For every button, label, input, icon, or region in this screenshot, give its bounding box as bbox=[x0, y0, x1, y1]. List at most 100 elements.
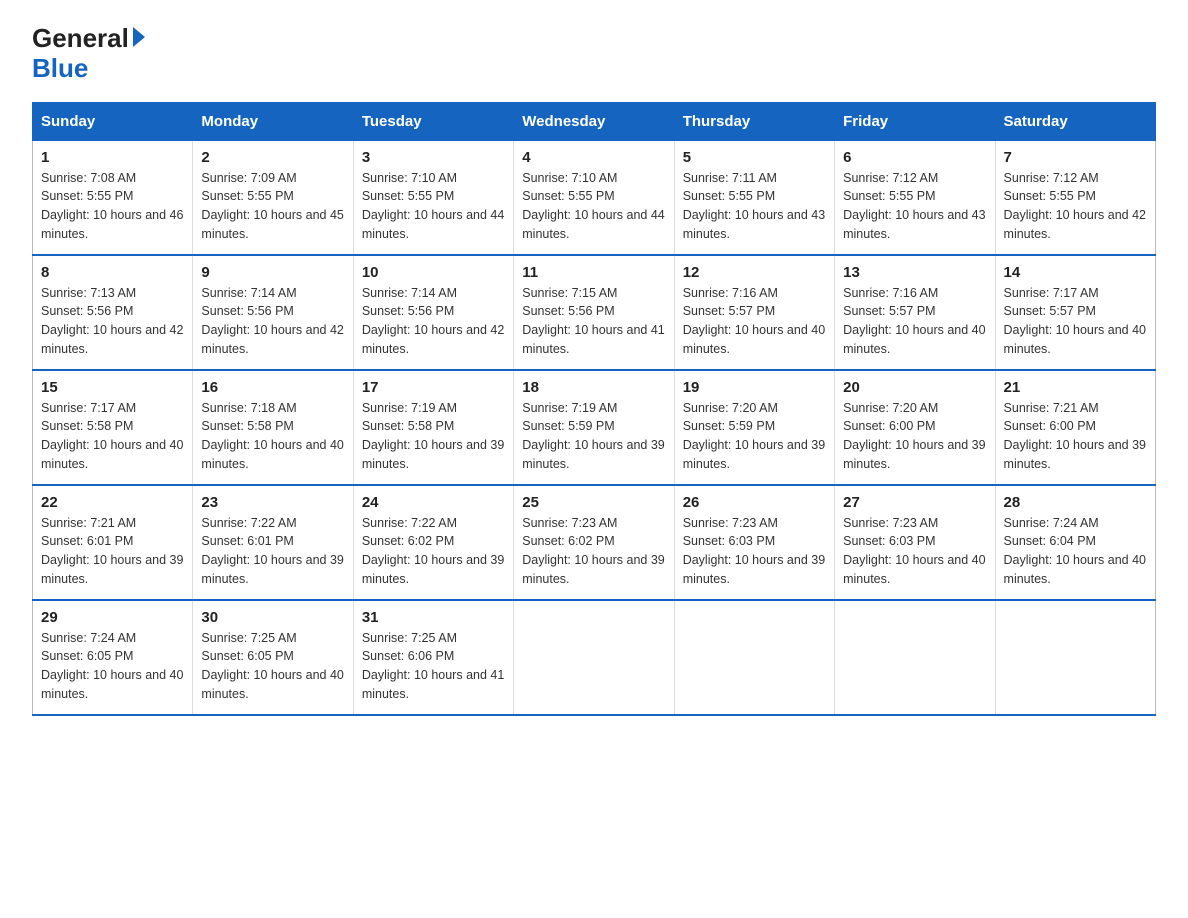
header-row: SundayMondayTuesdayWednesdayThursdayFrid… bbox=[33, 102, 1156, 140]
day-number: 12 bbox=[683, 264, 826, 281]
day-info: Sunrise: 7:22 AMSunset: 6:01 PMDaylight:… bbox=[201, 514, 344, 589]
day-number: 11 bbox=[522, 264, 665, 281]
day-info: Sunrise: 7:15 AMSunset: 5:56 PMDaylight:… bbox=[522, 284, 665, 359]
day-cell: 15 Sunrise: 7:17 AMSunset: 5:58 PMDaylig… bbox=[33, 370, 193, 485]
day-info: Sunrise: 7:16 AMSunset: 5:57 PMDaylight:… bbox=[843, 284, 986, 359]
day-number: 5 bbox=[683, 149, 826, 166]
logo: General Blue bbox=[32, 24, 145, 84]
day-info: Sunrise: 7:23 AMSunset: 6:02 PMDaylight:… bbox=[522, 514, 665, 589]
day-cell bbox=[674, 600, 834, 715]
day-number: 19 bbox=[683, 379, 826, 396]
day-cell: 3 Sunrise: 7:10 AMSunset: 5:55 PMDayligh… bbox=[353, 140, 513, 255]
day-info: Sunrise: 7:17 AMSunset: 5:58 PMDaylight:… bbox=[41, 399, 184, 474]
column-header-wednesday: Wednesday bbox=[514, 102, 674, 140]
day-number: 16 bbox=[201, 379, 344, 396]
day-cell: 18 Sunrise: 7:19 AMSunset: 5:59 PMDaylig… bbox=[514, 370, 674, 485]
day-cell: 23 Sunrise: 7:22 AMSunset: 6:01 PMDaylig… bbox=[193, 485, 353, 600]
day-cell: 1 Sunrise: 7:08 AMSunset: 5:55 PMDayligh… bbox=[33, 140, 193, 255]
day-info: Sunrise: 7:13 AMSunset: 5:56 PMDaylight:… bbox=[41, 284, 184, 359]
day-number: 31 bbox=[362, 609, 505, 626]
day-number: 21 bbox=[1004, 379, 1147, 396]
day-number: 15 bbox=[41, 379, 184, 396]
day-cell: 28 Sunrise: 7:24 AMSunset: 6:04 PMDaylig… bbox=[995, 485, 1155, 600]
day-info: Sunrise: 7:14 AMSunset: 5:56 PMDaylight:… bbox=[362, 284, 505, 359]
day-cell: 5 Sunrise: 7:11 AMSunset: 5:55 PMDayligh… bbox=[674, 140, 834, 255]
day-info: Sunrise: 7:20 AMSunset: 6:00 PMDaylight:… bbox=[843, 399, 986, 474]
day-info: Sunrise: 7:23 AMSunset: 6:03 PMDaylight:… bbox=[843, 514, 986, 589]
day-number: 3 bbox=[362, 149, 505, 166]
day-number: 4 bbox=[522, 149, 665, 166]
day-info: Sunrise: 7:23 AMSunset: 6:03 PMDaylight:… bbox=[683, 514, 826, 589]
day-number: 17 bbox=[362, 379, 505, 396]
day-number: 25 bbox=[522, 494, 665, 511]
day-cell bbox=[514, 600, 674, 715]
day-cell: 29 Sunrise: 7:24 AMSunset: 6:05 PMDaylig… bbox=[33, 600, 193, 715]
day-cell: 22 Sunrise: 7:21 AMSunset: 6:01 PMDaylig… bbox=[33, 485, 193, 600]
day-info: Sunrise: 7:25 AMSunset: 6:05 PMDaylight:… bbox=[201, 629, 344, 704]
day-number: 22 bbox=[41, 494, 184, 511]
logo-blue-text: Blue bbox=[32, 53, 88, 84]
page-header: General Blue bbox=[32, 24, 1156, 84]
day-number: 9 bbox=[201, 264, 344, 281]
day-info: Sunrise: 7:24 AMSunset: 6:05 PMDaylight:… bbox=[41, 629, 184, 704]
day-cell: 6 Sunrise: 7:12 AMSunset: 5:55 PMDayligh… bbox=[835, 140, 995, 255]
logo-general-text: General bbox=[32, 24, 129, 53]
week-row-4: 22 Sunrise: 7:21 AMSunset: 6:01 PMDaylig… bbox=[33, 485, 1156, 600]
day-cell: 25 Sunrise: 7:23 AMSunset: 6:02 PMDaylig… bbox=[514, 485, 674, 600]
day-cell: 16 Sunrise: 7:18 AMSunset: 5:58 PMDaylig… bbox=[193, 370, 353, 485]
week-row-1: 1 Sunrise: 7:08 AMSunset: 5:55 PMDayligh… bbox=[33, 140, 1156, 255]
day-cell: 9 Sunrise: 7:14 AMSunset: 5:56 PMDayligh… bbox=[193, 255, 353, 370]
day-info: Sunrise: 7:22 AMSunset: 6:02 PMDaylight:… bbox=[362, 514, 505, 589]
day-cell: 8 Sunrise: 7:13 AMSunset: 5:56 PMDayligh… bbox=[33, 255, 193, 370]
day-info: Sunrise: 7:09 AMSunset: 5:55 PMDaylight:… bbox=[201, 169, 344, 244]
day-cell: 30 Sunrise: 7:25 AMSunset: 6:05 PMDaylig… bbox=[193, 600, 353, 715]
day-number: 10 bbox=[362, 264, 505, 281]
day-number: 28 bbox=[1004, 494, 1147, 511]
day-cell: 20 Sunrise: 7:20 AMSunset: 6:00 PMDaylig… bbox=[835, 370, 995, 485]
week-row-2: 8 Sunrise: 7:13 AMSunset: 5:56 PMDayligh… bbox=[33, 255, 1156, 370]
day-cell: 21 Sunrise: 7:21 AMSunset: 6:00 PMDaylig… bbox=[995, 370, 1155, 485]
day-number: 30 bbox=[201, 609, 344, 626]
day-cell bbox=[995, 600, 1155, 715]
day-cell: 17 Sunrise: 7:19 AMSunset: 5:58 PMDaylig… bbox=[353, 370, 513, 485]
day-info: Sunrise: 7:14 AMSunset: 5:56 PMDaylight:… bbox=[201, 284, 344, 359]
column-header-thursday: Thursday bbox=[674, 102, 834, 140]
logo-triangle-icon bbox=[133, 27, 145, 47]
day-cell: 24 Sunrise: 7:22 AMSunset: 6:02 PMDaylig… bbox=[353, 485, 513, 600]
day-number: 26 bbox=[683, 494, 826, 511]
day-number: 7 bbox=[1004, 149, 1147, 166]
day-cell: 12 Sunrise: 7:16 AMSunset: 5:57 PMDaylig… bbox=[674, 255, 834, 370]
column-header-monday: Monday bbox=[193, 102, 353, 140]
column-header-friday: Friday bbox=[835, 102, 995, 140]
day-number: 6 bbox=[843, 149, 986, 166]
day-info: Sunrise: 7:17 AMSunset: 5:57 PMDaylight:… bbox=[1004, 284, 1147, 359]
column-header-tuesday: Tuesday bbox=[353, 102, 513, 140]
day-info: Sunrise: 7:10 AMSunset: 5:55 PMDaylight:… bbox=[522, 169, 665, 244]
day-cell: 26 Sunrise: 7:23 AMSunset: 6:03 PMDaylig… bbox=[674, 485, 834, 600]
day-cell: 19 Sunrise: 7:20 AMSunset: 5:59 PMDaylig… bbox=[674, 370, 834, 485]
day-info: Sunrise: 7:18 AMSunset: 5:58 PMDaylight:… bbox=[201, 399, 344, 474]
day-info: Sunrise: 7:21 AMSunset: 6:01 PMDaylight:… bbox=[41, 514, 184, 589]
day-number: 24 bbox=[362, 494, 505, 511]
day-cell: 14 Sunrise: 7:17 AMSunset: 5:57 PMDaylig… bbox=[995, 255, 1155, 370]
day-info: Sunrise: 7:20 AMSunset: 5:59 PMDaylight:… bbox=[683, 399, 826, 474]
day-cell: 11 Sunrise: 7:15 AMSunset: 5:56 PMDaylig… bbox=[514, 255, 674, 370]
day-number: 13 bbox=[843, 264, 986, 281]
day-cell: 27 Sunrise: 7:23 AMSunset: 6:03 PMDaylig… bbox=[835, 485, 995, 600]
day-info: Sunrise: 7:08 AMSunset: 5:55 PMDaylight:… bbox=[41, 169, 184, 244]
day-cell: 10 Sunrise: 7:14 AMSunset: 5:56 PMDaylig… bbox=[353, 255, 513, 370]
day-info: Sunrise: 7:25 AMSunset: 6:06 PMDaylight:… bbox=[362, 629, 505, 704]
week-row-3: 15 Sunrise: 7:17 AMSunset: 5:58 PMDaylig… bbox=[33, 370, 1156, 485]
day-cell: 4 Sunrise: 7:10 AMSunset: 5:55 PMDayligh… bbox=[514, 140, 674, 255]
column-header-sunday: Sunday bbox=[33, 102, 193, 140]
calendar-table: SundayMondayTuesdayWednesdayThursdayFrid… bbox=[32, 102, 1156, 716]
day-info: Sunrise: 7:16 AMSunset: 5:57 PMDaylight:… bbox=[683, 284, 826, 359]
week-row-5: 29 Sunrise: 7:24 AMSunset: 6:05 PMDaylig… bbox=[33, 600, 1156, 715]
day-info: Sunrise: 7:19 AMSunset: 5:58 PMDaylight:… bbox=[362, 399, 505, 474]
day-cell: 31 Sunrise: 7:25 AMSunset: 6:06 PMDaylig… bbox=[353, 600, 513, 715]
day-number: 20 bbox=[843, 379, 986, 396]
day-number: 23 bbox=[201, 494, 344, 511]
day-number: 29 bbox=[41, 609, 184, 626]
day-info: Sunrise: 7:19 AMSunset: 5:59 PMDaylight:… bbox=[522, 399, 665, 474]
day-info: Sunrise: 7:21 AMSunset: 6:00 PMDaylight:… bbox=[1004, 399, 1147, 474]
